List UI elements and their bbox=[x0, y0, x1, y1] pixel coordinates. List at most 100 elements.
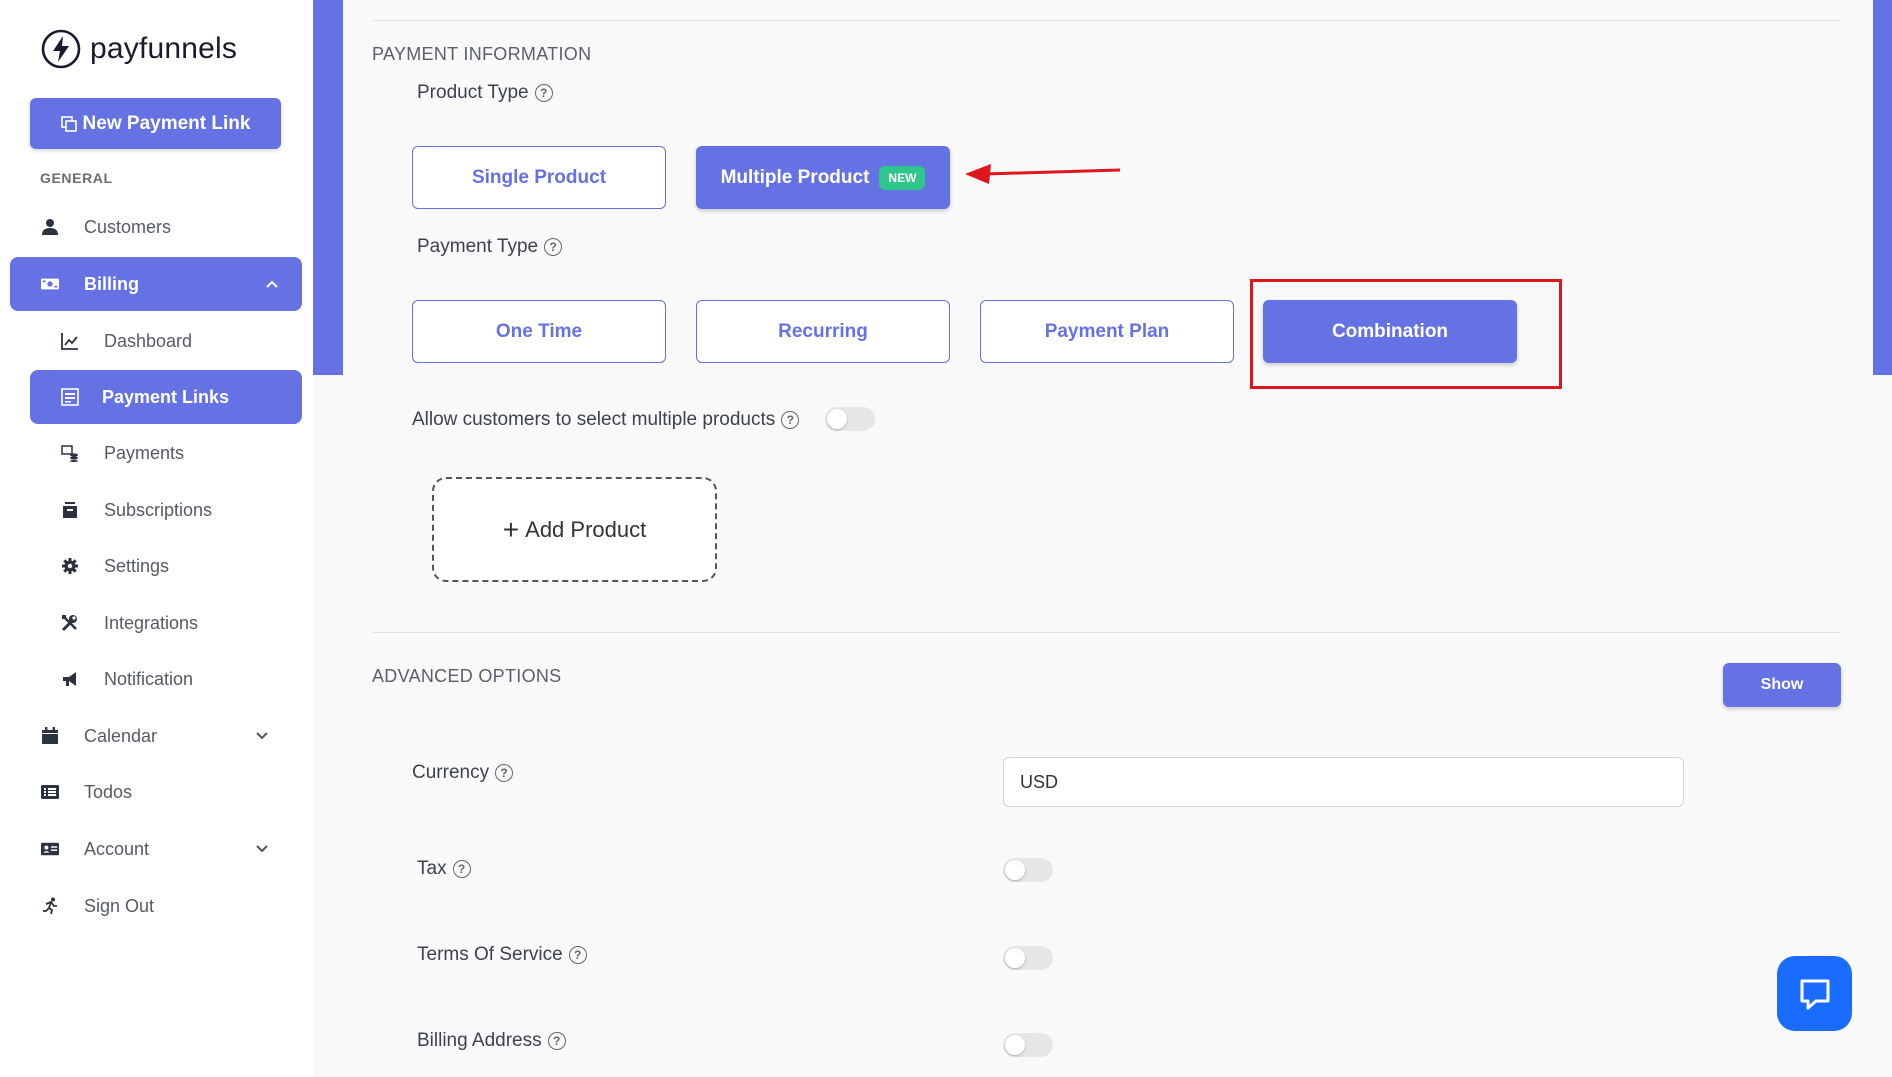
one-time-button[interactable]: One Time bbox=[412, 300, 666, 363]
tax-label: Tax ? bbox=[417, 858, 471, 880]
calendar-icon bbox=[40, 726, 60, 746]
add-product-label: Add Product bbox=[525, 516, 647, 542]
chat-bubble-icon bbox=[1800, 979, 1829, 1009]
gear-icon bbox=[60, 556, 80, 576]
sidebar-item-todos[interactable]: Todos bbox=[40, 772, 290, 812]
advanced-options-heading: ADVANCED OPTIONS bbox=[372, 666, 562, 686]
sidebar-item-payments[interactable]: Payments bbox=[60, 433, 290, 473]
sidebar-item-customers[interactable]: Customers bbox=[40, 207, 290, 247]
coins-icon bbox=[60, 443, 80, 463]
currency-input[interactable]: USD bbox=[1003, 757, 1684, 807]
sidebar-item-label: Notification bbox=[104, 668, 194, 689]
allow-multiple-text: Allow customers to select multiple produ… bbox=[412, 409, 776, 430]
red-arrow-annotation bbox=[965, 164, 1121, 184]
help-icon[interactable]: ? bbox=[495, 764, 514, 782]
chevron-down-icon[interactable] bbox=[254, 841, 270, 857]
sidebar-item-label: Calendar bbox=[84, 725, 158, 746]
terms-of-service-label: Terms Of Service ? bbox=[417, 944, 587, 966]
sidebar-item-label: Todos bbox=[84, 781, 133, 802]
sidebar-item-label: Settings bbox=[104, 555, 170, 576]
red-highlight-box bbox=[1250, 279, 1562, 389]
terms-of-service-toggle[interactable] bbox=[1003, 946, 1053, 970]
link-box-icon bbox=[60, 387, 80, 407]
chart-line-icon bbox=[60, 331, 80, 351]
recurring-label: Recurring bbox=[778, 320, 868, 342]
lightning-logo-icon bbox=[41, 29, 81, 69]
chat-support-button[interactable] bbox=[1777, 956, 1852, 1031]
money-bill-icon bbox=[40, 274, 60, 294]
sidebar-item-label: Dashboard bbox=[104, 330, 193, 351]
help-icon[interactable]: ? bbox=[534, 84, 553, 102]
plus-icon: + bbox=[502, 513, 520, 545]
sidebar-item-label: Sign Out bbox=[84, 895, 155, 916]
archive-icon bbox=[60, 500, 80, 520]
sidebar-item-notification[interactable]: Notification bbox=[60, 659, 290, 699]
one-time-label: One Time bbox=[495, 320, 583, 342]
running-person-icon bbox=[40, 896, 60, 916]
new-payment-link-button[interactable]: New Payment Link bbox=[30, 98, 281, 149]
sidebar-item-calendar[interactable]: Calendar bbox=[40, 716, 290, 756]
sidebar: payfunnels New Payment Link GENERAL Cust… bbox=[0, 0, 313, 1077]
help-icon[interactable]: ? bbox=[544, 238, 563, 256]
sidebar-item-label: Integrations bbox=[104, 612, 199, 633]
payment-plan-label: Payment Plan bbox=[1044, 320, 1170, 342]
user-icon bbox=[40, 217, 60, 237]
header-accent-left bbox=[313, 0, 343, 375]
sidebar-item-subscriptions[interactable]: Subscriptions bbox=[60, 490, 290, 530]
billing-address-text: Billing Address bbox=[417, 1030, 542, 1051]
list-icon bbox=[40, 782, 60, 802]
currency-text: Currency bbox=[412, 762, 490, 783]
new-payment-link-label: New Payment Link bbox=[82, 112, 251, 134]
terms-of-service-text: Terms Of Service bbox=[417, 944, 563, 965]
single-product-label: Single Product bbox=[471, 166, 607, 188]
sidebar-item-dashboard[interactable]: Dashboard bbox=[60, 321, 290, 361]
sidebar-item-settings[interactable]: Settings bbox=[60, 546, 290, 586]
header-accent-right bbox=[1873, 0, 1892, 375]
show-advanced-button[interactable]: Show bbox=[1723, 663, 1841, 707]
sidebar-item-payment-links[interactable]: Payment Links bbox=[30, 370, 302, 424]
help-icon[interactable]: ? bbox=[781, 411, 800, 429]
sidebar-item-label: Subscriptions bbox=[104, 499, 213, 520]
megaphone-icon bbox=[60, 669, 80, 689]
add-product-button[interactable]: + Add Product bbox=[432, 477, 717, 582]
payment-information-heading: PAYMENT INFORMATION bbox=[372, 44, 592, 64]
brand-name: payfunnels bbox=[90, 32, 238, 65]
multiple-product-label: Multiple Product bbox=[720, 166, 870, 188]
allow-multiple-toggle[interactable] bbox=[825, 407, 875, 431]
product-type-text: Product Type bbox=[417, 82, 529, 103]
show-label: Show bbox=[1760, 676, 1804, 693]
help-icon[interactable]: ? bbox=[568, 946, 587, 964]
chevron-up-icon[interactable] bbox=[264, 276, 280, 292]
multiple-product-button[interactable]: Multiple Product NEW bbox=[696, 146, 950, 209]
copy-icon bbox=[60, 115, 77, 132]
help-icon[interactable]: ? bbox=[452, 860, 471, 878]
section-general-label: GENERAL bbox=[40, 170, 113, 186]
payment-type-label: Payment Type ? bbox=[417, 236, 563, 258]
product-type-label: Product Type ? bbox=[417, 82, 553, 104]
sidebar-item-label: Account bbox=[84, 838, 150, 859]
id-card-icon bbox=[40, 839, 60, 859]
sidebar-item-integrations[interactable]: Integrations bbox=[60, 603, 290, 643]
tax-text: Tax bbox=[417, 858, 447, 879]
sidebar-item-account[interactable]: Account bbox=[40, 829, 290, 869]
sidebar-item-label: Customers bbox=[84, 216, 172, 237]
brand-logo[interactable]: payfunnels bbox=[40, 28, 237, 70]
billing-address-toggle[interactable] bbox=[1003, 1033, 1053, 1057]
recurring-button[interactable]: Recurring bbox=[696, 300, 950, 363]
chevron-down-icon[interactable] bbox=[254, 728, 270, 744]
allow-multiple-label: Allow customers to select multiple produ… bbox=[412, 409, 800, 431]
sidebar-item-billing[interactable]: Billing bbox=[10, 257, 302, 311]
payment-type-text: Payment Type bbox=[417, 236, 539, 257]
new-badge: NEW bbox=[879, 165, 926, 190]
billing-address-label: Billing Address ? bbox=[417, 1030, 566, 1052]
single-product-button[interactable]: Single Product bbox=[412, 146, 666, 209]
tax-toggle[interactable] bbox=[1003, 858, 1053, 882]
payment-plan-button[interactable]: Payment Plan bbox=[980, 300, 1234, 363]
sidebar-item-label: Payment Links bbox=[102, 386, 230, 407]
divider-top bbox=[372, 20, 1840, 21]
currency-label: Currency ? bbox=[412, 762, 514, 784]
sidebar-item-sign-out[interactable]: Sign Out bbox=[40, 886, 290, 926]
help-icon[interactable]: ? bbox=[547, 1032, 566, 1050]
divider-advanced bbox=[372, 632, 1840, 633]
sidebar-item-label: Billing bbox=[84, 273, 139, 294]
